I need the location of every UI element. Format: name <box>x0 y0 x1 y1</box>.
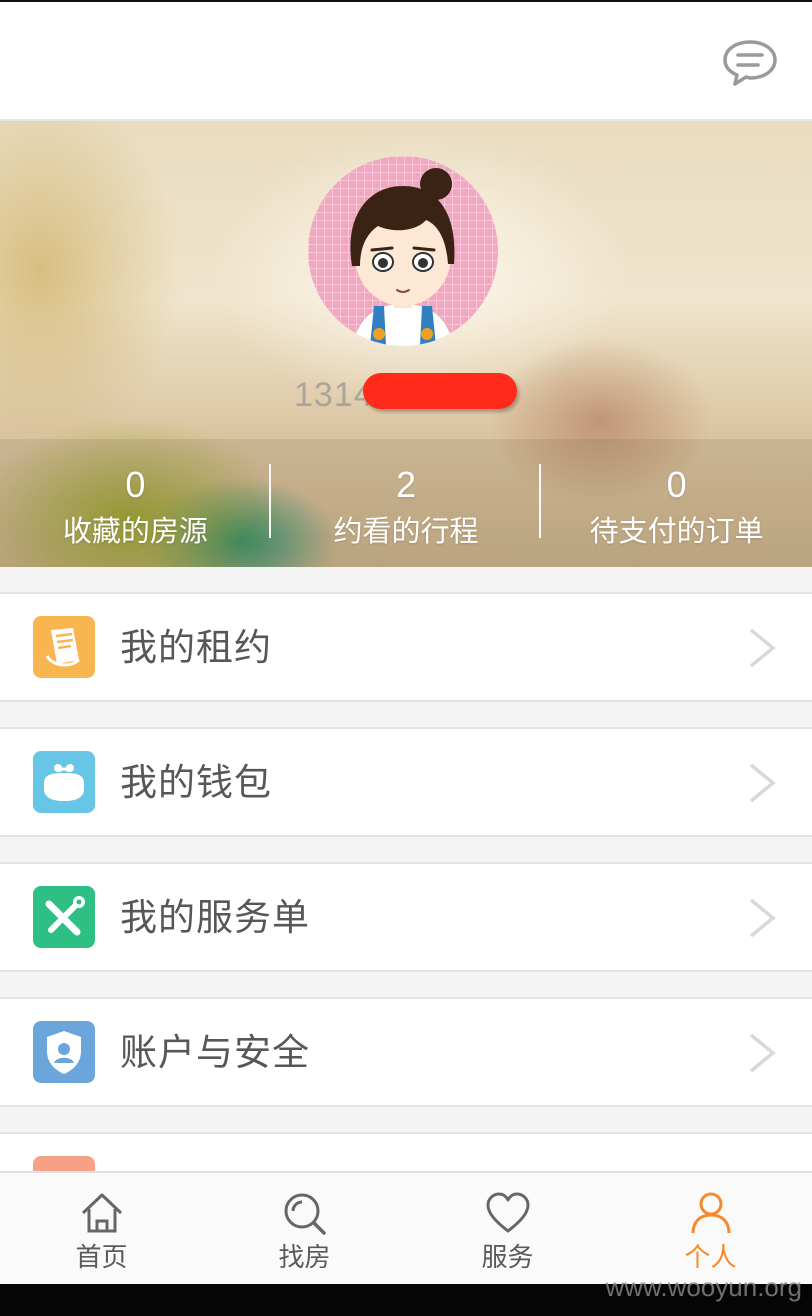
wallet-purse-icon <box>33 751 95 813</box>
nav-label: 首页 <box>75 1243 128 1273</box>
redaction-mark <box>363 373 517 409</box>
menu-item-service-orders[interactable]: 我的服务单 <box>0 862 812 972</box>
heart-icon <box>486 1192 529 1233</box>
nav-home[interactable]: 首页 <box>0 1173 203 1284</box>
stat-pending-orders[interactable]: 0 待支付的订单 <box>541 439 812 567</box>
menu-label: 我的服务单 <box>120 896 310 939</box>
nav-find-house[interactable]: 找房 <box>203 1173 406 1284</box>
stats-bar: 0 收藏的房源 2 约看的行程 0 待支付的订单 <box>0 439 812 567</box>
stat-favorites[interactable]: 0 收藏的房源 <box>0 439 271 567</box>
menu-item-wallet[interactable]: 我的钱包 <box>0 727 812 837</box>
nav-label: 服务 <box>481 1243 534 1273</box>
nav-label: 找房 <box>278 1243 331 1273</box>
nav-service[interactable]: 服务 <box>406 1173 609 1284</box>
chevron-right-icon <box>749 898 776 938</box>
menu-label: 我的租约 <box>120 626 272 669</box>
avatar-cartoon-girl-icon <box>350 168 455 346</box>
stat-value: 0 <box>125 464 146 505</box>
tools-wrench-icon <box>33 886 95 948</box>
stat-label: 收藏的房源 <box>62 514 208 548</box>
avatar[interactable] <box>308 156 498 346</box>
search-icon <box>284 1193 326 1235</box>
person-icon <box>691 1192 730 1234</box>
username-text: 1314 <box>294 376 374 414</box>
menu-item-account-security[interactable]: 账户与安全 <box>0 997 812 1107</box>
menu-item-lease[interactable]: 我的租约 <box>0 592 812 702</box>
menu-label: 我的钱包 <box>120 761 272 804</box>
lease-document-icon <box>33 616 95 678</box>
chevron-right-icon <box>749 763 776 803</box>
menu-label: 账户与安全 <box>120 1031 310 1074</box>
app-screen: 1314 0 收藏的房源 2 约看的行程 0 待支付的订单 我的租约 我的钱包 … <box>0 0 812 1284</box>
chevron-right-icon <box>749 628 776 668</box>
nav-label: 个人 <box>684 1243 737 1273</box>
nav-personal[interactable]: 个人 <box>609 1173 812 1284</box>
watermark-text: www.wooyun.org <box>605 1272 802 1302</box>
message-bubble-icon[interactable] <box>722 38 778 88</box>
top-bar <box>0 0 812 121</box>
chevron-right-icon <box>749 1033 776 1073</box>
bottom-nav: 首页 找房 服务 个人 <box>0 1171 812 1284</box>
stat-label: 待支付的订单 <box>589 514 764 548</box>
stat-value: 2 <box>395 464 417 505</box>
stat-viewings[interactable]: 2 约看的行程 <box>271 439 542 567</box>
home-icon <box>81 1193 122 1233</box>
shield-user-icon <box>33 1021 95 1083</box>
stat-value: 0 <box>666 464 687 505</box>
stat-label: 约看的行程 <box>333 514 479 548</box>
profile-header: 1314 0 收藏的房源 2 约看的行程 0 待支付的订单 <box>0 121 812 567</box>
